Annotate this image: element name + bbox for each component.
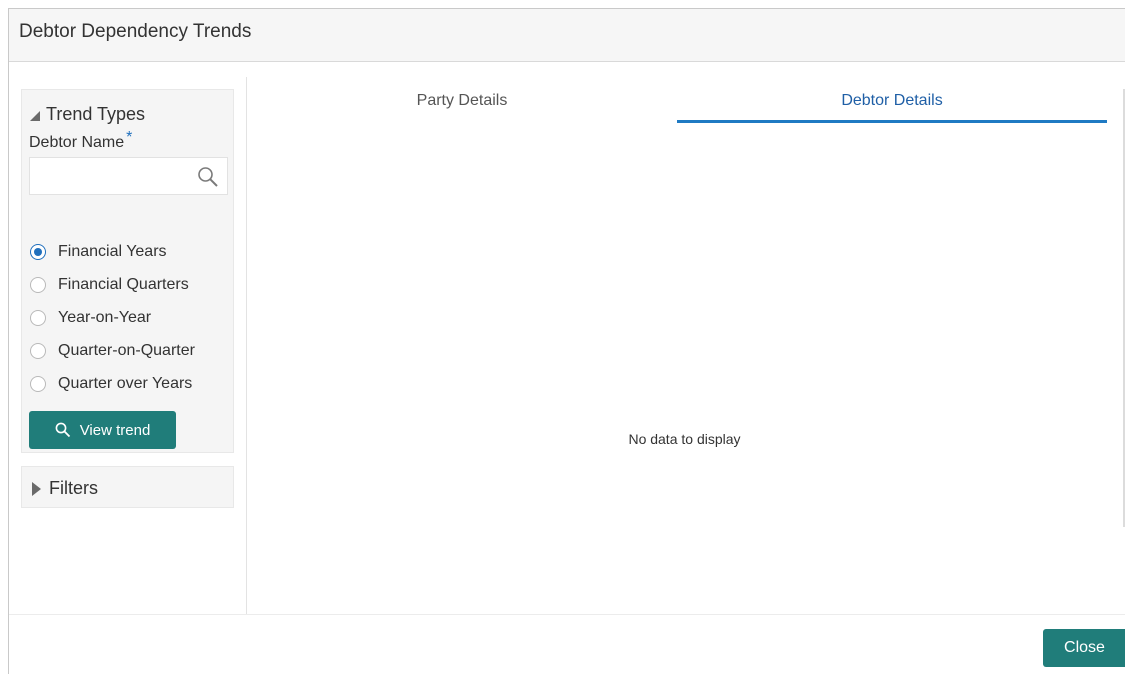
- search-icon[interactable]: [197, 166, 219, 188]
- debtor-name-field: [29, 157, 228, 195]
- required-asterisk: *: [126, 129, 133, 146]
- expand-triangle-icon: [32, 481, 41, 496]
- trend-type-radio-group: Financial Years Financial Quarters Year-…: [30, 235, 195, 400]
- trend-types-title: Trend Types: [46, 104, 146, 124]
- tab-party-details[interactable]: Party Details: [247, 77, 677, 123]
- radio-option-year-on-year[interactable]: Year-on-Year: [30, 301, 195, 334]
- radio-option-financial-quarters[interactable]: Financial Quarters: [30, 268, 195, 301]
- radio-label: Financial Years: [58, 242, 167, 260]
- radio-option-financial-years[interactable]: Financial Years: [30, 235, 195, 268]
- radio-button-selected[interactable]: [30, 243, 46, 260]
- view-trend-label: View trend: [79, 421, 151, 439]
- close-button[interactable]: Close: [1043, 629, 1125, 667]
- view-trend-button[interactable]: View trend: [29, 411, 176, 449]
- filters-header[interactable]: Filters: [32, 478, 98, 499]
- empty-state-message: No data to display: [628, 431, 741, 447]
- tab-debtor-details[interactable]: Debtor Details: [677, 77, 1107, 123]
- dialog-header: Debtor Dependency Trends: [9, 9, 1125, 62]
- tab-bar: Party Details Debtor Details: [247, 77, 1109, 123]
- debtor-name-input[interactable]: [36, 158, 200, 194]
- dialog-title: Debtor Dependency Trends: [19, 21, 252, 42]
- debtor-name-label: Debtor Name *: [29, 129, 132, 152]
- debtor-name-label-text: Debtor Name: [29, 134, 125, 151]
- footer-divider: [9, 614, 1125, 615]
- dialog: Debtor Dependency Trends Trend Types Deb…: [8, 8, 1125, 674]
- radio-button[interactable]: [30, 309, 46, 326]
- filters-panel[interactable]: Filters: [21, 466, 234, 508]
- filters-title: Filters: [49, 478, 98, 498]
- left-panel: Trend Types Debtor Name * Financial Years: [9, 77, 247, 615]
- radio-label: Financial Quarters: [58, 275, 189, 293]
- radio-option-quarter-on-quarter[interactable]: Quarter-on-Quarter: [30, 334, 195, 367]
- radio-label: Quarter-on-Quarter: [58, 341, 195, 359]
- trend-types-header[interactable]: Trend Types: [30, 104, 145, 125]
- collapse-triangle-icon: [30, 110, 40, 121]
- search-icon: [55, 422, 70, 438]
- radio-button[interactable]: [30, 375, 46, 392]
- radio-button[interactable]: [30, 276, 46, 293]
- trend-types-panel: Trend Types Debtor Name * Financial Years: [21, 89, 234, 453]
- radio-label: Year-on-Year: [58, 308, 152, 326]
- radio-label: Quarter over Years: [58, 374, 193, 392]
- radio-button[interactable]: [30, 342, 46, 359]
- radio-option-quarter-over-years[interactable]: Quarter over Years: [30, 367, 195, 400]
